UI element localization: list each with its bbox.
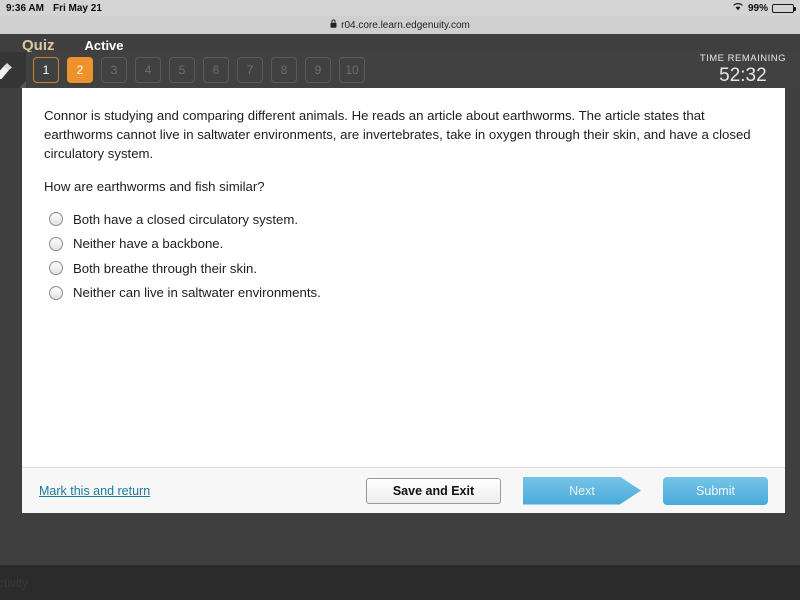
question-number-3[interactable]: 3 (101, 57, 127, 83)
answer-choice-4[interactable]: Neither can live in saltwater environmen… (44, 281, 763, 306)
quiz-page: Quiz Active 1 2 3 4 5 6 7 8 9 10 TIME RE… (0, 34, 800, 600)
radio-button-icon[interactable] (49, 285, 63, 300)
lock-icon (330, 19, 337, 31)
answer-choice-1[interactable]: Both have a closed circulatory system. (44, 207, 763, 232)
answer-choice-2[interactable]: Neither have a backbone. (44, 232, 763, 257)
status-bar-date: Fri May 21 (52, 2, 102, 14)
highlighter-tool-button[interactable] (0, 52, 26, 88)
answer-choice-label: Both have a closed circulatory system. (73, 211, 299, 227)
answer-choice-label: Both breathe through their skin. (73, 260, 258, 276)
question-number-8[interactable]: 8 (271, 57, 297, 83)
question-number-label: 4 (144, 63, 152, 77)
answer-choice-label: Neither have a backbone. (73, 236, 224, 252)
question-number-6[interactable]: 6 (203, 57, 229, 83)
question-number-label: 9 (314, 63, 322, 77)
question-number-2[interactable]: 2 (67, 57, 93, 83)
question-number-label: 6 (212, 63, 220, 77)
answer-choice-list: Both have a closed circulatory system. N… (44, 207, 763, 305)
question-number-7[interactable]: 7 (237, 57, 263, 83)
question-number-list: 1 2 3 4 5 6 7 8 9 10 (33, 57, 365, 83)
question-number-label: 5 (178, 63, 186, 77)
bottom-bar-label: ctivity (0, 575, 28, 590)
time-remaining: TIME REMAINING 52:32 (700, 53, 786, 87)
question-nav-strip: 1 2 3 4 5 6 7 8 9 10 TIME REMAINING 52:3… (0, 52, 800, 88)
next-button-wrapper: Next (523, 476, 641, 505)
next-button[interactable]: Next (523, 476, 641, 505)
ios-status-bar: 9:36 AM Fri May 21 99% (0, 0, 800, 16)
question-number-label: 1 (42, 63, 50, 77)
status-bar-left: 9:36 AM Fri May 21 (6, 3, 102, 14)
quiz-title-row: Quiz Active (0, 34, 800, 52)
question-stem: Connor is studying and comparing differe… (44, 108, 751, 161)
question-number-label: 7 (246, 63, 254, 77)
question-body: Connor is studying and comparing differe… (22, 88, 785, 467)
question-number-4[interactable]: 4 (135, 57, 161, 83)
radio-button-icon[interactable] (49, 261, 63, 276)
status-bar-right: 99% (732, 2, 796, 14)
corner-fold-decoration (19, 81, 26, 88)
question-number-label: 2 (76, 63, 84, 77)
browser-url-bar[interactable]: r04.core.learn.edgenuity.com (0, 16, 800, 34)
footer-button-group: Save and Exit Next Submit (366, 476, 768, 505)
question-number-label: 8 (280, 63, 288, 77)
radio-button-icon[interactable] (49, 212, 63, 227)
question-card: Connor is studying and comparing differe… (22, 88, 785, 513)
submit-button[interactable]: Submit (663, 476, 768, 505)
battery-icon (772, 3, 796, 13)
question-number-1[interactable]: 1 (33, 57, 59, 83)
answer-choice-label: Neither can live in saltwater environmen… (73, 285, 321, 301)
question-number-10[interactable]: 10 (339, 57, 365, 83)
status-bar-time: 9:36 AM (6, 2, 44, 14)
radio-button-icon[interactable] (49, 236, 63, 251)
save-and-exit-button[interactable]: Save and Exit (366, 477, 501, 504)
question-footer: Mark this and return Save and Exit Next … (22, 467, 785, 513)
battery-percent: 99% (747, 2, 768, 14)
question-number-5[interactable]: 5 (169, 57, 195, 83)
mark-this-and-return-link[interactable]: Mark this and return (39, 484, 150, 498)
status-badge: Active (84, 38, 124, 52)
question-prompt: How are earthworms and fish similar? (44, 179, 265, 194)
url-text: r04.core.learn.edgenuity.com (341, 19, 470, 31)
highlighter-pencil-icon (0, 63, 12, 80)
question-number-label: 10 (345, 63, 359, 77)
time-remaining-value: 52:32 (719, 65, 767, 86)
bottom-bar: ctivity (0, 565, 800, 600)
question-number-label: 3 (110, 63, 118, 77)
wifi-icon (732, 2, 744, 14)
time-remaining-label: TIME REMAINING (699, 53, 786, 64)
page-title: Quiz (22, 37, 55, 52)
question-number-9[interactable]: 9 (305, 57, 331, 83)
answer-choice-3[interactable]: Both breathe through their skin. (44, 256, 763, 281)
